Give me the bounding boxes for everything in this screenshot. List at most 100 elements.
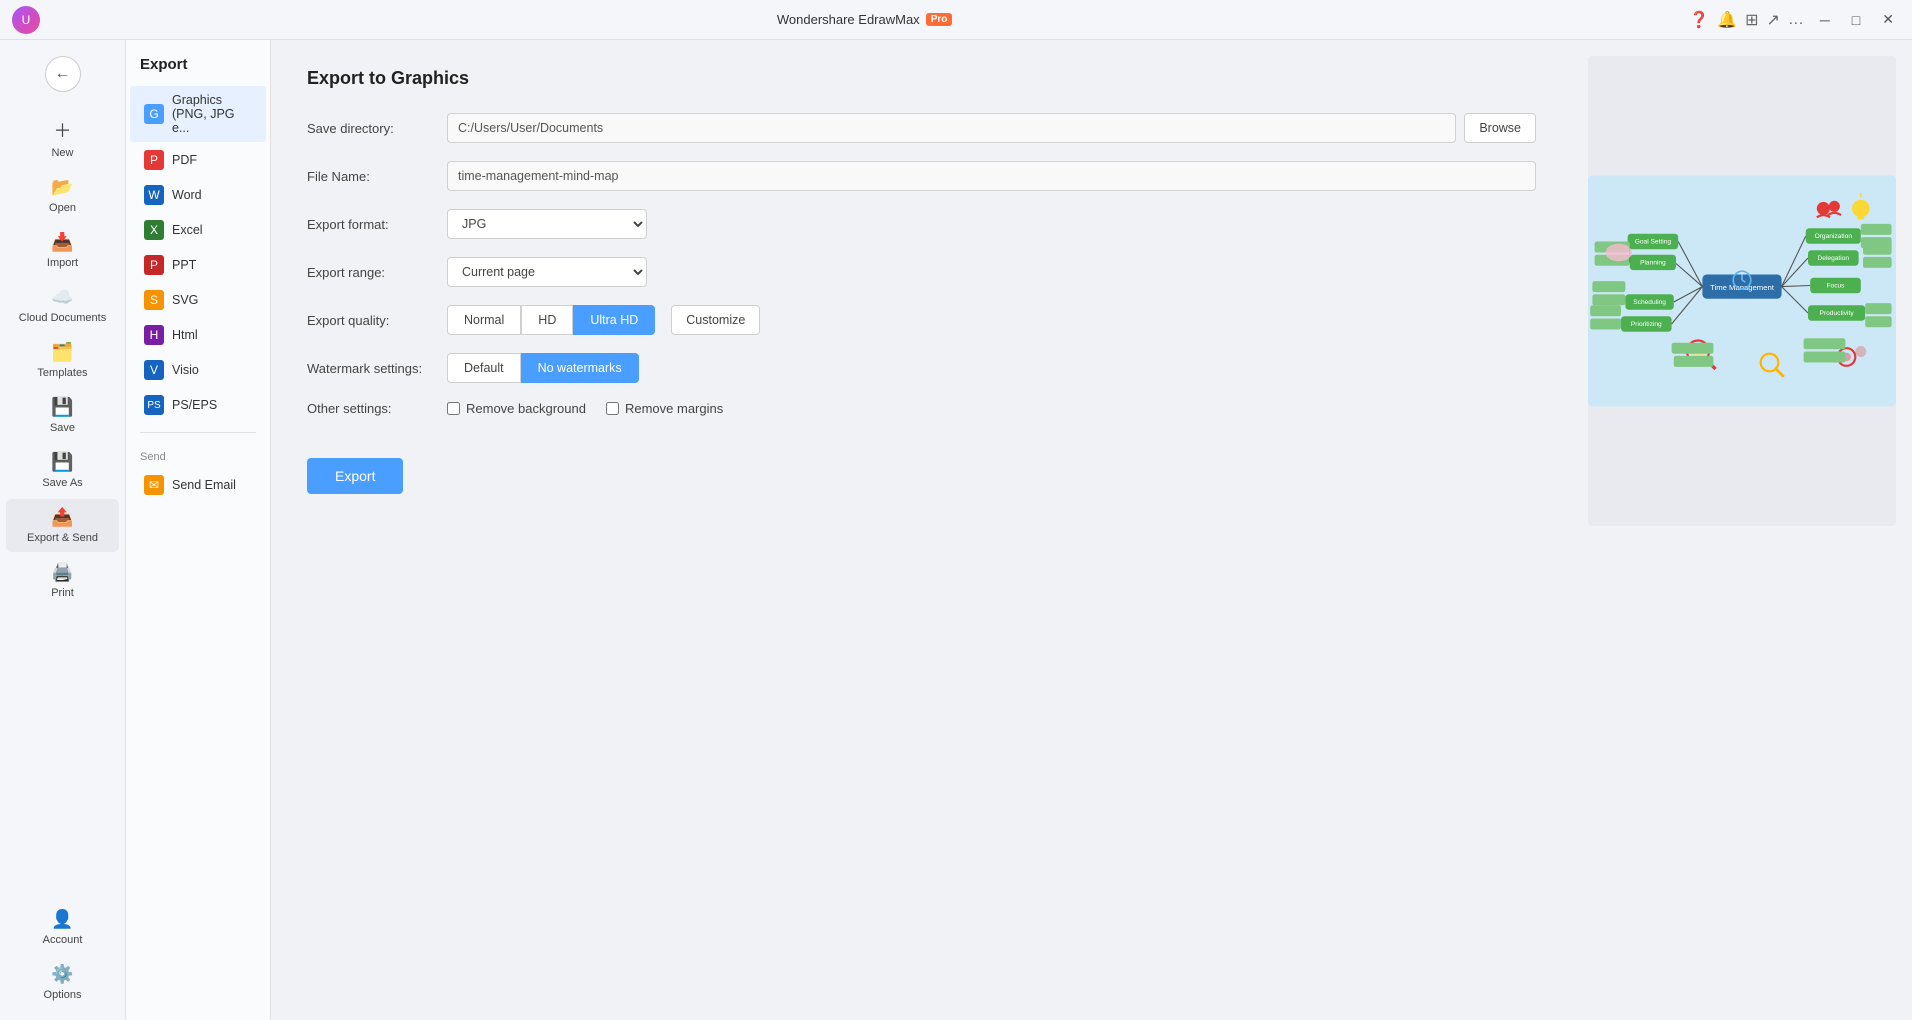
sidebar-item-account[interactable]: 👤 Account [6, 901, 119, 954]
options-icon: ⚙️ [51, 964, 73, 985]
export-icon: 📤 [51, 507, 73, 528]
save-directory-label: Save directory: [307, 121, 447, 136]
file-name-label: File Name: [307, 169, 447, 184]
title-bar-right: ❓ 🔔 ⊞ ↗ … ─ □ ✕ [1689, 9, 1900, 30]
watermark-button-group: Default No watermarks [447, 353, 639, 383]
preview-mindmap: Time Management Planning Scheduling Prio… [1588, 56, 1896, 526]
export-format-select[interactable]: JPG PNG BMP SVG TIFF [447, 209, 647, 239]
close-button[interactable]: ✕ [1876, 9, 1900, 30]
browse-button[interactable]: Browse [1464, 113, 1536, 143]
save-directory-input[interactable] [447, 113, 1456, 143]
save-directory-controls: Browse [447, 113, 1536, 143]
remove-background-checkbox[interactable] [447, 402, 460, 415]
export-range-row: Export range: Current page All pages Sel… [307, 257, 1536, 287]
watermark-label: Watermark settings: [307, 361, 447, 376]
sidebar-item-cloud[interactable]: ☁️ Cloud Documents [6, 279, 119, 332]
svg-text:Scheduling: Scheduling [1633, 299, 1666, 306]
svg-text:Time Management: Time Management [1710, 283, 1775, 292]
export-item-html[interactable]: H Html [130, 318, 266, 352]
window-controls[interactable]: U [12, 6, 40, 34]
watermark-controls: Default No watermarks [447, 353, 1536, 383]
export-item-word[interactable]: W Word [130, 178, 266, 212]
export-quality-controls: Normal HD Ultra HD Customize [447, 305, 1536, 335]
more-icon[interactable]: … [1788, 11, 1804, 29]
html-icon: H [144, 325, 164, 345]
svg-text:Productivity: Productivity [1820, 310, 1855, 317]
sidebar-item-options[interactable]: ⚙️ Options [6, 956, 119, 1009]
main-content: Export to Graphics Save directory: Brows… [271, 40, 1912, 1020]
excel-icon: X [144, 220, 164, 240]
maximize-button[interactable]: □ [1846, 10, 1866, 30]
sidebar-item-save[interactable]: 💾 Save [6, 389, 119, 442]
user-avatar[interactable]: U [12, 6, 40, 34]
import-icon: 📥 [51, 232, 73, 253]
export-format-controls: JPG PNG BMP SVG TIFF [447, 209, 1536, 239]
export-range-label: Export range: [307, 265, 447, 280]
export-form-area: Export to Graphics Save directory: Brows… [271, 40, 1572, 1020]
other-settings-label: Other settings: [307, 401, 447, 416]
apps-icon[interactable]: ⊞ [1745, 10, 1758, 30]
word-icon: W [144, 185, 164, 205]
preview-area: Time Management Planning Scheduling Prio… [1572, 40, 1912, 1020]
send-section-title: Send [126, 443, 270, 467]
watermark-default-button[interactable]: Default [447, 353, 521, 383]
sidebar-item-templates[interactable]: 🗂️ Templates [6, 334, 119, 387]
export-range-select[interactable]: Current page All pages Selected area [447, 257, 647, 287]
remove-background-label[interactable]: Remove background [447, 401, 586, 416]
svg-text:Planning: Planning [1640, 260, 1666, 267]
file-name-input[interactable] [447, 161, 1536, 191]
watermark-none-button[interactable]: No watermarks [521, 353, 639, 383]
export-quality-row: Export quality: Normal HD Ultra HD Custo… [307, 305, 1536, 335]
app-name: Wondershare EdrawMax [777, 12, 920, 27]
quality-hd-button[interactable]: HD [521, 305, 573, 335]
email-icon: ✉ [144, 475, 164, 495]
svg-text:Prioritizing: Prioritizing [1631, 321, 1662, 328]
export-item-svg[interactable]: S SVG [130, 283, 266, 317]
minimize-button[interactable]: ─ [1814, 10, 1836, 30]
export-range-controls: Current page All pages Selected area [447, 257, 1536, 287]
graphics-icon: G [144, 104, 164, 124]
remove-margins-checkbox[interactable] [606, 402, 619, 415]
pro-badge: Pro [926, 13, 953, 26]
export-quality-label: Export quality: [307, 313, 447, 328]
sidebar-item-export[interactable]: 📤 Export & Send [6, 499, 119, 552]
export-item-email[interactable]: ✉ Send Email [130, 468, 266, 502]
export-sidebar-title: Export [126, 56, 270, 85]
print-icon: 🖨️ [51, 562, 73, 583]
export-item-visio[interactable]: V Visio [130, 353, 266, 387]
sidebar-item-new[interactable]: ＋ New [6, 109, 119, 167]
export-format-label: Export format: [307, 217, 447, 232]
customize-button[interactable]: Customize [671, 305, 760, 335]
export-item-graphics[interactable]: G Graphics (PNG, JPG e... [130, 86, 266, 142]
svg-text:Goal Setting: Goal Setting [1635, 239, 1672, 246]
pdf-icon: P [144, 150, 164, 170]
export-item-ps[interactable]: PS PS/EPS [130, 388, 266, 422]
quality-button-group: Normal HD Ultra HD [447, 305, 655, 335]
export-button[interactable]: Export [307, 458, 403, 494]
share-icon[interactable]: ↗ [1766, 10, 1779, 30]
back-button[interactable]: ← [45, 56, 81, 92]
remove-margins-label[interactable]: Remove margins [606, 401, 723, 416]
cloud-icon: ☁️ [51, 287, 73, 308]
quality-ultrahd-button[interactable]: Ultra HD [573, 305, 655, 335]
saveas-icon: 💾 [51, 452, 73, 473]
file-name-row: File Name: [307, 161, 1536, 191]
ppt-icon: P [144, 255, 164, 275]
export-sidebar: Export G Graphics (PNG, JPG e... P PDF W… [126, 40, 271, 1020]
svg-icon: S [144, 290, 164, 310]
sidebar-item-import[interactable]: 📥 Import [6, 224, 119, 277]
help-icon[interactable]: ❓ [1689, 10, 1709, 30]
export-item-ppt[interactable]: P PPT [130, 248, 266, 282]
sidebar-item-saveas[interactable]: 💾 Save As [6, 444, 119, 497]
new-icon: ＋ [54, 117, 72, 143]
sidebar-item-open[interactable]: 📂 Open [6, 169, 119, 222]
export-item-excel[interactable]: X Excel [130, 213, 266, 247]
export-format-row: Export format: JPG PNG BMP SVG TIFF [307, 209, 1536, 239]
export-divider [140, 432, 256, 433]
sidebar-item-print[interactable]: 🖨️ Print [6, 554, 119, 607]
bell-icon[interactable]: 🔔 [1717, 10, 1737, 30]
export-item-pdf[interactable]: P PDF [130, 143, 266, 177]
quality-normal-button[interactable]: Normal [447, 305, 521, 335]
export-form-title: Export to Graphics [307, 68, 1536, 89]
title-bar-center: Wondershare EdrawMax Pro [777, 12, 953, 27]
